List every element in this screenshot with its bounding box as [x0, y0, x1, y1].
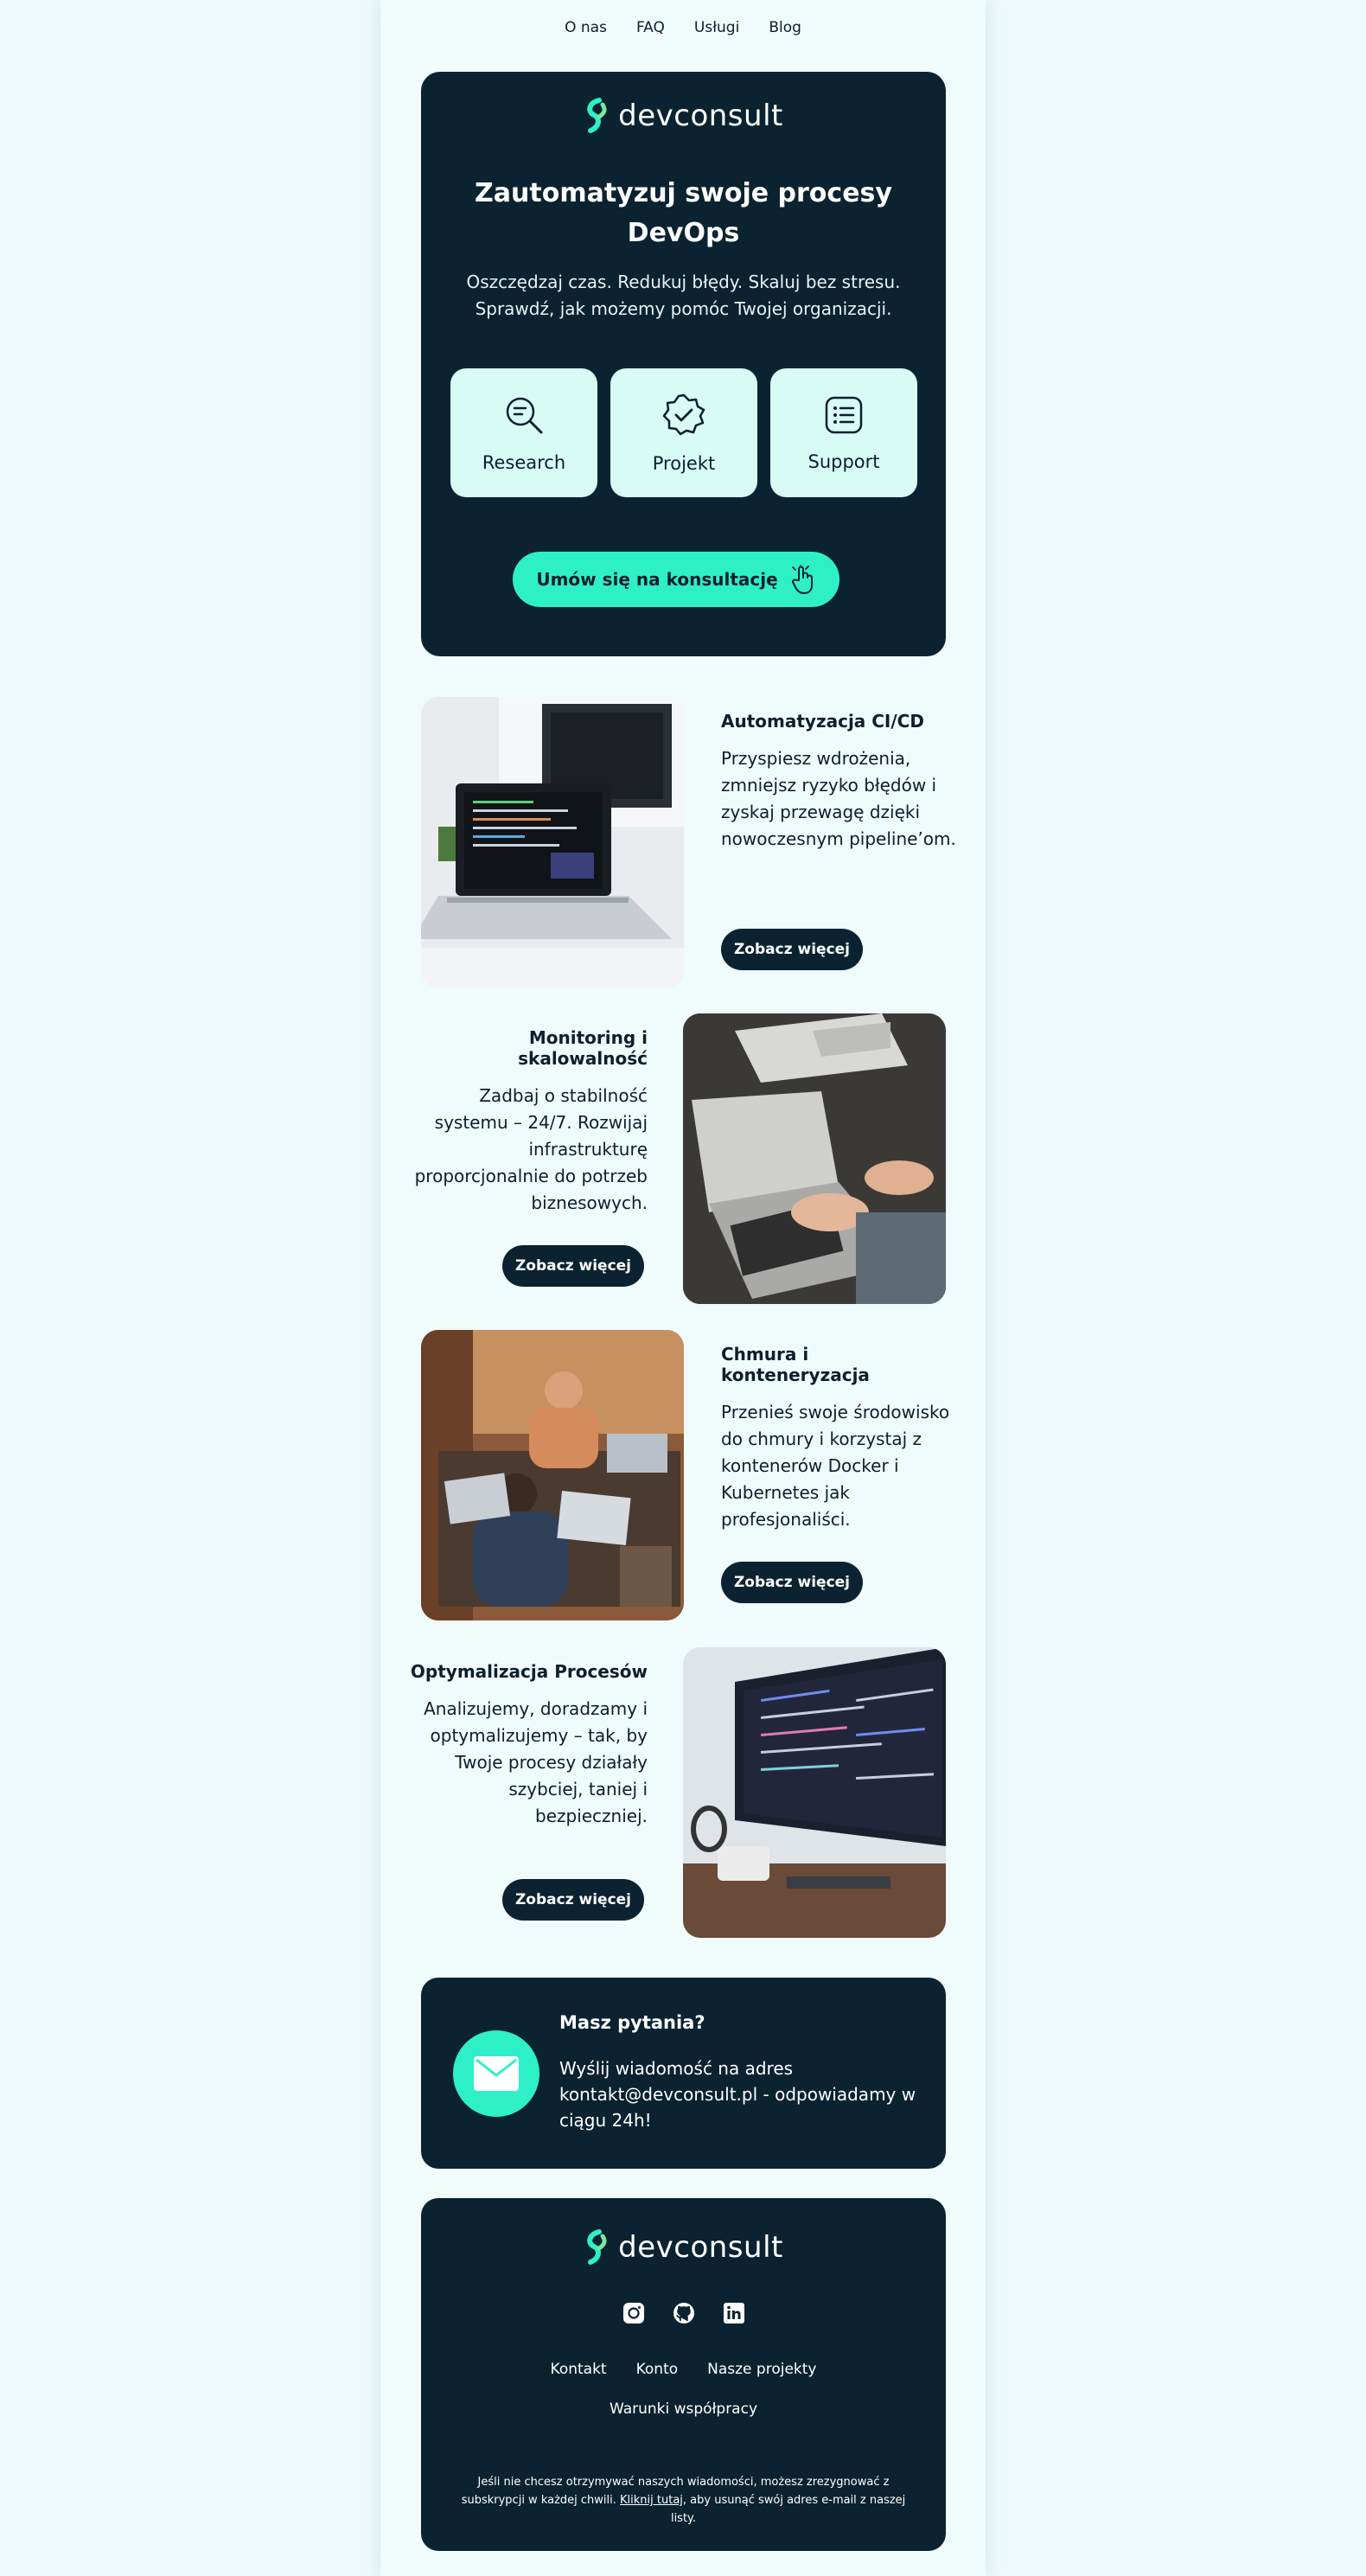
instagram-icon[interactable] [622, 2302, 645, 2324]
research-icon [506, 397, 543, 433]
footer-terms-row: Warunki współpracy [421, 2400, 946, 2418]
feature-image-laptop-code [421, 697, 684, 988]
hero-subtitle: Oszczędzaj czas. Redukuj błędy. Skaluj b… [466, 272, 901, 319]
email-template: O nas FAQ Usługi Blog devconsult Zautoma… [380, 0, 986, 2576]
hero-title: Zautomatyzuj swoje procesy DevOps [475, 178, 892, 248]
feature-optimization: Optymalizacja Procesów Analizujemy, dora… [411, 1647, 946, 1938]
card-label: Projekt [652, 452, 716, 474]
logo-text: devconsult [618, 2230, 783, 2265]
feature-description: Zadbaj o stabilność systemu – 24/7. Rozw… [414, 1085, 648, 1213]
mail-icon [474, 2056, 519, 2091]
feature-cicd: Automatyzacja CI/CD Przyspiesz wdrożenia… [421, 697, 956, 988]
footer: devconsult Kontakt Konto Nasze projekty [421, 2198, 946, 2551]
feature-description: Przyspiesz wdrożenia, zmniejsz ryzyko bł… [721, 748, 956, 849]
feature-image-monitor-code [683, 1647, 946, 1938]
logo: devconsult [421, 98, 946, 134]
feature-description: Analizujemy, doradzamy i optymalizujemy … [424, 1698, 648, 1826]
nav-link-services[interactable]: Usługi [694, 19, 739, 36]
feature-image-hands-laptop [683, 1013, 946, 1304]
logo-text: devconsult [618, 99, 783, 133]
footer-link-projects[interactable]: Nasze projekty [707, 2361, 816, 2378]
logo-icon [587, 98, 607, 133]
feature-text: Automatyzacja CI/CD Przyspiesz wdrożenia… [721, 711, 959, 853]
top-nav: O nas FAQ Usługi Blog [380, 19, 986, 36]
feature-title: Chmura i konteneryzacja [721, 1344, 870, 1385]
feature-image-team-laptops [421, 1330, 684, 1620]
contact-section: Masz pytania? Wyślij wiadomość na adres … [421, 1978, 946, 2169]
background-preview-left [0, 0, 424, 2576]
mail-icon-circle [453, 2030, 539, 2117]
hero-section: devconsult Zautomatyzuj swoje procesy De… [421, 72, 946, 656]
nav-link-about[interactable]: O nas [565, 19, 607, 36]
feature-text: Monitoring i skalowalność Zadbaj o stabi… [409, 1027, 648, 1217]
feature-cloud: Chmura i konteneryzacja Przenieś swoje ś… [421, 1330, 949, 1620]
feature-text: Chmura i konteneryzacja Przenieś swoje ś… [721, 1344, 959, 1533]
unsubscribe-link[interactable]: Kliknij tutaj [620, 2494, 683, 2507]
github-icon[interactable] [673, 2302, 695, 2324]
feature-monitoring: Monitoring i skalowalność Zadbaj o stabi… [415, 1013, 946, 1304]
list-icon [825, 396, 863, 433]
feature-title: Optymalizacja Procesów [410, 1661, 648, 1682]
see-more-button[interactable]: Zobacz więcej [721, 929, 863, 970]
consultation-button[interactable]: Umów się na konsultację [513, 552, 839, 607]
nav-link-blog[interactable]: Blog [769, 19, 801, 36]
footer-link-terms[interactable]: Warunki współpracy [610, 2400, 757, 2418]
footer-links: Kontakt Konto Nasze projekty [421, 2361, 946, 2378]
social-links [421, 2302, 946, 2324]
pointer-hand-icon [791, 565, 813, 594]
service-cards: Research Projekt Support [450, 368, 917, 497]
nav-link-faq[interactable]: FAQ [636, 19, 665, 36]
card-project[interactable]: Projekt [610, 368, 757, 497]
see-more-button[interactable]: Zobacz więcej [721, 1562, 863, 1603]
footer-logo: devconsult [421, 2229, 946, 2266]
footer-link-account[interactable]: Konto [636, 2361, 679, 2378]
feature-title: Automatyzacja CI/CD [721, 711, 924, 732]
contact-title: Masz pytania? [559, 2012, 705, 2033]
feature-title: Monitoring i skalowalność [518, 1027, 648, 1069]
card-label: Support [807, 451, 880, 472]
unsubscribe-notice: Jeśli nie chcesz otrzymywać naszych wiad… [456, 2473, 911, 2528]
contact-text: Wyślij wiadomość na adres kontakt@devcon… [559, 2058, 916, 2131]
unsubscribe-text-after: , aby usunąć swój adres e-mail z naszej … [670, 2494, 906, 2525]
see-more-button[interactable]: Zobacz więcej [502, 1245, 644, 1287]
feature-description: Przenieś swoje środowisko do chmury i ko… [721, 1402, 950, 1530]
card-support[interactable]: Support [770, 368, 917, 497]
linkedin-icon[interactable] [723, 2302, 745, 2324]
card-research[interactable]: Research [450, 368, 597, 497]
footer-link-contact[interactable]: Kontakt [551, 2361, 607, 2378]
feature-text: Optymalizacja Procesów Analizujemy, dora… [409, 1661, 648, 1830]
consultation-button-label: Umów się na konsultację [536, 569, 778, 590]
see-more-button[interactable]: Zobacz więcej [502, 1879, 644, 1921]
card-label: Research [482, 451, 566, 473]
badge-check-icon [662, 393, 705, 435]
logo-icon [587, 2229, 607, 2265]
